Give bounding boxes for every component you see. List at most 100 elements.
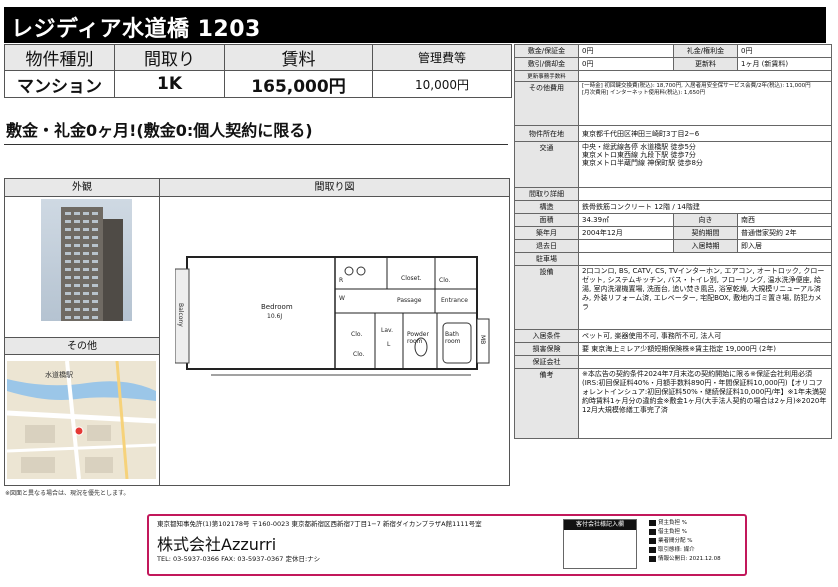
building-window (74, 236, 80, 239)
fp-mb: MB (479, 335, 486, 345)
fp-clo-top: Clo. (439, 277, 451, 284)
building-window (92, 316, 98, 319)
orientation-label: 向き (673, 213, 738, 227)
parking-value (578, 252, 832, 266)
building-window (83, 212, 89, 215)
movein-label: 入居時期 (673, 239, 738, 253)
transaction-type: 取引態様: 媒介 (649, 546, 745, 555)
building-window (74, 220, 80, 223)
other-costs-line2: [月次費用] インターネット使用料(税込): 1,650円 (582, 90, 706, 96)
fp-closet: Closet. (401, 275, 422, 282)
building-window (83, 292, 89, 295)
license-text: 東京都知事免許(1)第102178号 〒160-0023 東京都新宿区西新宿7丁… (157, 520, 482, 528)
company-name: 株式会社Azzurri (157, 535, 277, 554)
building-window (83, 276, 89, 279)
transport-value: 中央・総武線各停 水道橋駅 徒歩5分 東京メトロ東西線 九段下駅 徒歩7分 東京… (578, 141, 832, 188)
building-window (65, 260, 71, 263)
map-graphic: 水道橋駅 (7, 361, 156, 479)
key-money-value: 0円 (737, 44, 832, 58)
summary-table: 物件種別 間取り 賃料 管理費等 マンション 1K 165,000円 10,00… (4, 44, 512, 98)
fee-line-1-icon (649, 519, 656, 526)
built-label: 築年月 (514, 226, 579, 240)
location-marker (74, 426, 84, 436)
exterior-photo[interactable] (41, 199, 132, 321)
layout-detail-value (578, 187, 832, 201)
building-side (103, 219, 123, 321)
image-panel: 外観 間取り図 その他 水道橋駅 Bedroom 10.6J Balcony C… (4, 178, 510, 486)
building-window (92, 252, 98, 255)
location-value: 東京都千代田区神田三崎町3丁目2−6 (578, 125, 832, 142)
building-window (65, 244, 71, 247)
equipment-value: 2口コンロ, BS, CATV, CS, TVインターホン, エアコン, オート… (578, 265, 832, 330)
remarks-value: ※本広告の契約条件2024年7月末迄の契約開始に限る※保証会社利用必須(IRS:… (578, 368, 832, 439)
fee-line-3-icon (649, 537, 656, 544)
catch-copy: 敷金・礼金0ヶ月!(敷金0:個人契約に限る) (6, 121, 313, 140)
building-window (65, 308, 71, 311)
building-window (74, 308, 80, 311)
detail-table: 敷金/保証金 0円 礼金/権利金 0円 敷引/償却金 0円 更新料 1ヶ月 (新… (514, 44, 832, 439)
fee-line-3: 業者間分配 % (649, 537, 745, 546)
fp-clo-left: Clo. (351, 331, 363, 338)
row-other-costs: その他費用 [一時金] 初回鍵交換費(税込): 18,700円, 入居者用安全保… (514, 81, 832, 126)
area-value: 34.39㎡ (578, 213, 674, 227)
figure-note: ※図面と異なる場合は、現況を優先とします。 (5, 490, 130, 497)
building-window (74, 292, 80, 295)
transport-label: 交通 (514, 141, 579, 188)
contact-text: TEL: 03-5937-0366 FAX: 03-5937-0367 定休日:… (157, 555, 321, 563)
summary-header-rent: 賃料 (224, 44, 373, 71)
block-a (25, 425, 55, 443)
building-window (92, 212, 98, 215)
map-station-label: 水道橋駅 (45, 370, 73, 379)
floor-plan[interactable]: Bedroom 10.6J Balcony Closet. Clo. Passa… (174, 251, 495, 401)
floorplan-header: 間取り図 (160, 179, 509, 197)
floorplan-graphic (174, 256, 490, 376)
row-guarantor: 保証会社 (514, 355, 832, 369)
stamp-box[interactable]: 客付会社様記入欄 (563, 519, 637, 569)
fee-line-3-text: 業者間分配 % (658, 538, 693, 544)
fp-l: L (387, 341, 391, 348)
building-window (92, 244, 98, 247)
row-deposit: 敷金/保証金 0円 礼金/権利金 0円 (514, 44, 832, 58)
building-window (83, 228, 89, 231)
building-window (74, 276, 80, 279)
info-date-icon (649, 555, 656, 562)
building-window (83, 252, 89, 255)
location-label: 物件所在地 (514, 125, 579, 142)
building-window (83, 244, 89, 247)
transport-line-2: 東京メトロ東西線 九段下駅 徒歩7分 (582, 151, 696, 159)
building-window (83, 260, 89, 263)
building-window (92, 260, 98, 263)
equipment-label: 設備 (514, 265, 579, 330)
renewal-label: 更新料 (673, 57, 738, 71)
catch-divider (4, 144, 508, 145)
fee-line-1: 貸主負担 % (649, 519, 745, 528)
building-window (65, 300, 71, 303)
vacate-value (578, 239, 674, 253)
layout-detail-label: 間取り詳細 (514, 187, 579, 201)
row-area: 面積 34.39㎡ 向き 南西 (514, 213, 832, 227)
exterior-header: 外観 (5, 179, 159, 197)
area-map[interactable]: 水道橋駅 (7, 361, 156, 479)
fp-balcony: Balcony (177, 303, 184, 327)
fp-powder: Powder room (407, 331, 429, 345)
structure-label: 構造 (514, 200, 579, 214)
fee-line-1-text: 貸主負担 % (658, 520, 687, 526)
building-window (83, 236, 89, 239)
deposit-value: 0円 (578, 44, 674, 58)
building-window (83, 220, 89, 223)
agency-footer: 東京都知事免許(1)第102178号 〒160-0023 東京都新宿区西新宿7丁… (147, 514, 747, 576)
building-window (92, 308, 98, 311)
summary-value-mgmt: 10,000円 (372, 70, 512, 98)
fp-bedroom-size: 10.6J (267, 313, 283, 320)
building-window (92, 236, 98, 239)
building-window (74, 316, 80, 319)
amortization-value: 0円 (578, 57, 674, 71)
building-window (92, 220, 98, 223)
building-window (74, 228, 80, 231)
row-conditions: 入居条件 ペット可, 楽器使用不可, 事務所不可, 法人可 (514, 329, 832, 343)
building-window (74, 252, 80, 255)
fp-bedroom: Bedroom (261, 303, 293, 311)
stamp-header: 客付会社様記入欄 (564, 520, 636, 530)
other-costs-line1: [一時金] 初回鍵交換費(税込): 18,700円, 入居者用安全保サービス会費… (582, 83, 811, 89)
building-facade (61, 207, 103, 321)
